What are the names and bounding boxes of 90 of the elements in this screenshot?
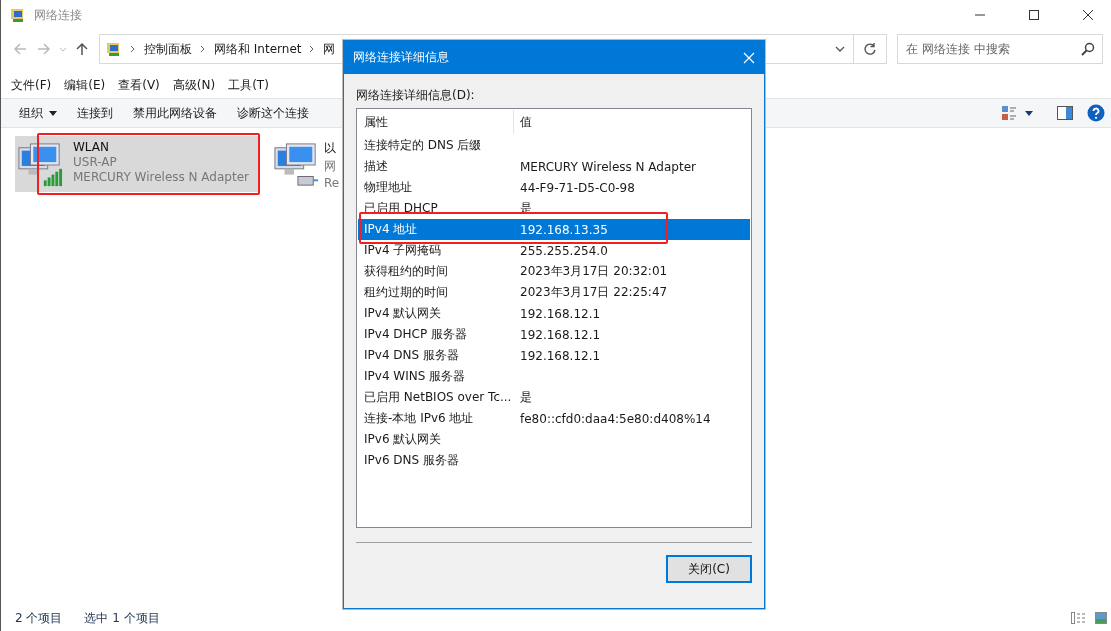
menu-item[interactable]: 编辑(E) bbox=[64, 76, 106, 94]
toolbar-button[interactable]: 禁用此网络设备 bbox=[133, 104, 217, 122]
network-folder-icon bbox=[10, 7, 26, 23]
up-arrow-icon[interactable] bbox=[75, 42, 89, 56]
property-value: 2023年3月17日 20:32:01 bbox=[519, 263, 668, 280]
list-row[interactable]: 已启用 NetBIOS over Tc... 是 bbox=[358, 387, 750, 408]
close-icon[interactable] bbox=[1082, 9, 1094, 21]
breadcrumb[interactable]: 网 bbox=[323, 40, 336, 58]
help-icon[interactable] bbox=[1087, 104, 1105, 122]
property-value: 255.255.254.0 bbox=[519, 243, 608, 258]
computer-icon bbox=[273, 142, 319, 188]
property-name: 连接特定的 DNS 后缀 bbox=[363, 137, 483, 154]
property-value: 192.168.12.1 bbox=[519, 348, 601, 363]
list-row[interactable]: 获得租约的时间 2023年3月17日 20:32:01 bbox=[358, 261, 750, 282]
search-field[interactable]: 在 网络连接 中搜索 bbox=[897, 34, 1103, 64]
list-row[interactable]: 租约过期的时间 2023年3月17日 22:25:47 bbox=[358, 282, 750, 303]
caret-icon[interactable] bbox=[1025, 110, 1033, 116]
chevron-right-icon bbox=[200, 45, 206, 53]
list-row[interactable]: IPv4 子网掩码 255.255.254.0 bbox=[358, 240, 750, 261]
item-count: 2 个项目 bbox=[15, 609, 63, 627]
view-options-icon[interactable] bbox=[1001, 105, 1017, 121]
property-name: IPv4 WINS 服务器 bbox=[363, 368, 467, 385]
adapter-item[interactable]: WLAN USR-AP MERCURY Wireless N Adapter bbox=[15, 136, 259, 192]
list-row[interactable]: IPv6 DNS 服务器 bbox=[358, 450, 750, 471]
preview-pane-icon[interactable] bbox=[1057, 106, 1073, 120]
property-name: 物理地址 bbox=[363, 179, 413, 196]
chevron-down-icon[interactable] bbox=[835, 45, 845, 53]
dialog-title: 网络连接详细信息 bbox=[353, 49, 449, 66]
close-button[interactable]: 关闭(C) bbox=[666, 555, 752, 583]
computer-icon bbox=[17, 142, 63, 188]
device-name: Re bbox=[324, 176, 340, 190]
adapter-item[interactable]: 以 网 Re bbox=[271, 136, 342, 194]
property-value: 192.168.12.1 bbox=[519, 306, 601, 321]
selection-count: 选中 1 个项目 bbox=[84, 609, 160, 627]
property-value: 192.168.12.1 bbox=[519, 327, 601, 342]
network-name: 网 bbox=[324, 158, 337, 175]
network-name: USR-AP bbox=[73, 155, 118, 169]
menu-item[interactable]: 高级(N) bbox=[172, 76, 216, 94]
property-value: 2023年3月17日 22:25:47 bbox=[519, 284, 668, 301]
property-name: 租约过期的时间 bbox=[363, 284, 449, 301]
list-row[interactable]: IPv4 DNS 服务器 192.168.12.1 bbox=[358, 345, 750, 366]
column-header[interactable]: 属性 bbox=[358, 110, 514, 134]
property-value: 44-F9-71-D5-C0-98 bbox=[519, 180, 635, 195]
menu-item[interactable]: 查看(V) bbox=[118, 76, 160, 94]
property-value: MERCURY Wireless N Adapter bbox=[519, 159, 696, 174]
property-name: 连接-本地 IPv6 地址 bbox=[363, 410, 475, 427]
window-title: 网络连接 bbox=[34, 6, 82, 24]
list-row[interactable]: IPv4 WINS 服务器 bbox=[358, 366, 750, 387]
property-value: 192.168.13.35 bbox=[519, 222, 608, 237]
chevron-right-icon bbox=[309, 45, 316, 53]
property-name: IPv6 DNS 服务器 bbox=[363, 452, 460, 469]
list-row[interactable]: 物理地址 44-F9-71-D5-C0-98 bbox=[358, 177, 750, 198]
menu-item[interactable]: 文件(F) bbox=[11, 76, 52, 94]
list-row[interactable]: IPv4 默认网关 192.168.12.1 bbox=[358, 303, 750, 324]
list-row[interactable]: IPv4 DHCP 服务器 192.168.12.1 bbox=[358, 324, 750, 345]
list-row[interactable]: IPv6 默认网关 bbox=[358, 429, 750, 450]
breadcrumb[interactable]: 网络和 Internet bbox=[214, 40, 302, 58]
property-value: fe80::cfd0:daa4:5e80:d408%14 bbox=[519, 411, 711, 426]
network-folder-icon bbox=[106, 41, 122, 57]
property-name: 描述 bbox=[363, 158, 389, 175]
adapter-name: 以 bbox=[324, 140, 337, 157]
chevron-right-icon bbox=[130, 45, 136, 53]
column-header[interactable]: 值 bbox=[514, 110, 532, 134]
list-row[interactable]: IPv4 地址 192.168.13.35 bbox=[358, 219, 750, 240]
refresh-button[interactable] bbox=[853, 34, 887, 64]
property-name: 已启用 NetBIOS over Tc... bbox=[363, 389, 513, 406]
list-row[interactable]: 描述 MERCURY Wireless N Adapter bbox=[358, 156, 750, 177]
property-name: 获得租约的时间 bbox=[363, 263, 449, 280]
caret-icon bbox=[49, 110, 57, 116]
breadcrumb[interactable]: 控制面板 bbox=[144, 40, 192, 58]
toolbar-button[interactable]: 诊断这个连接 bbox=[237, 104, 309, 122]
list-row[interactable]: 连接-本地 IPv6 地址 fe80::cfd0:daa4:5e80:d408%14 bbox=[358, 408, 750, 429]
search-icon[interactable] bbox=[1081, 42, 1095, 56]
refresh-icon bbox=[863, 42, 877, 56]
device-name: MERCURY Wireless N Adapter bbox=[73, 170, 249, 184]
toolbar-button[interactable]: 连接到 bbox=[77, 104, 113, 122]
property-value: 是 bbox=[519, 389, 532, 406]
property-name: IPv4 DNS 服务器 bbox=[363, 347, 460, 364]
adapter-name: WLAN bbox=[73, 140, 110, 154]
property-name: IPv4 地址 bbox=[363, 221, 419, 238]
menu-item[interactable]: 工具(T) bbox=[228, 76, 269, 94]
property-name: IPv6 默认网关 bbox=[363, 431, 443, 448]
property-name: IPv4 默认网关 bbox=[363, 305, 443, 322]
details-view-icon[interactable] bbox=[1071, 612, 1087, 624]
list-row[interactable]: 连接特定的 DNS 后缀 bbox=[358, 135, 750, 156]
property-name: IPv4 子网掩码 bbox=[363, 242, 443, 259]
list-label: 网络连接详细信息(D): bbox=[356, 87, 476, 104]
maximize-icon[interactable] bbox=[1028, 9, 1040, 21]
property-name: IPv4 DHCP 服务器 bbox=[363, 326, 469, 343]
toolbar-button[interactable]: 组织 bbox=[19, 104, 57, 122]
